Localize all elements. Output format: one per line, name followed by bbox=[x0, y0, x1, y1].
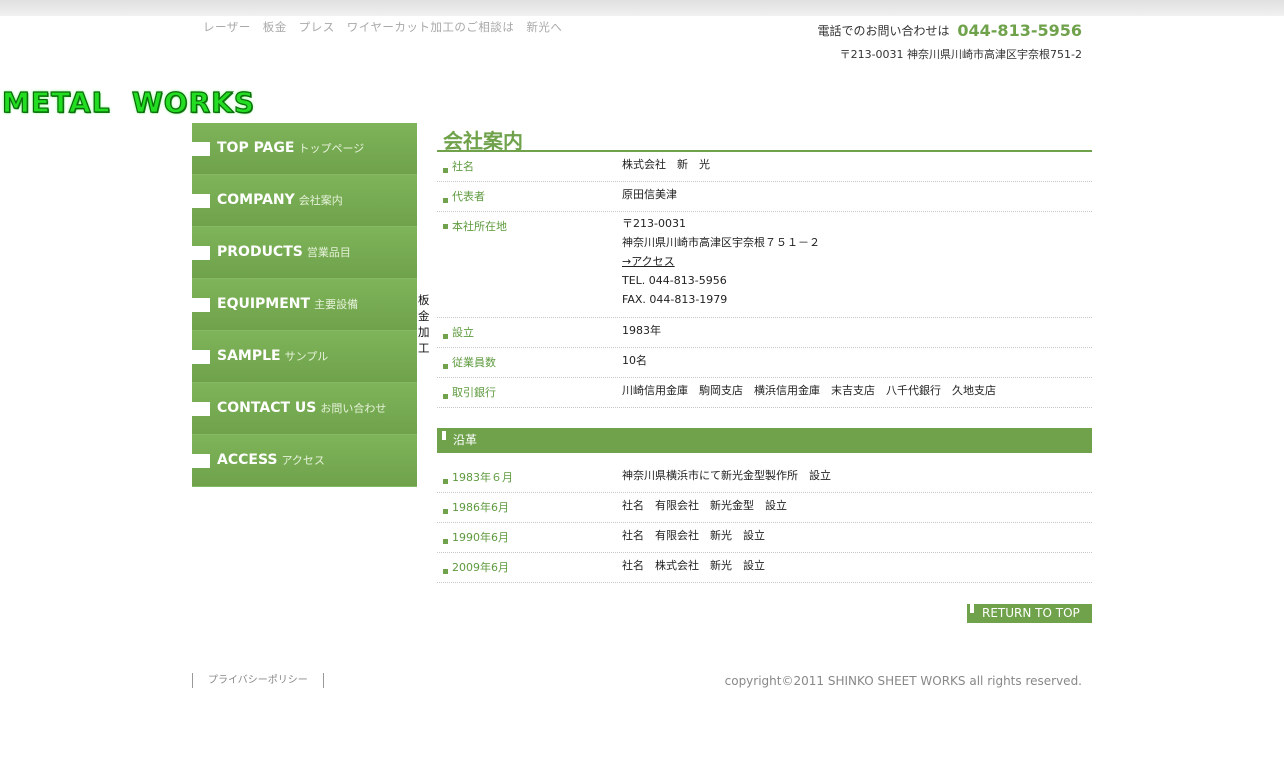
sidebar-item-contact[interactable]: CONTACT US お問い合わせ bbox=[192, 383, 417, 435]
nav-marker-icon bbox=[192, 194, 210, 208]
row-label: 社名 bbox=[437, 158, 622, 181]
company-row-representative: 代表者 原田信美津 bbox=[437, 182, 1092, 212]
company-row-employees: 従業員数 10名 bbox=[437, 348, 1092, 378]
vertical-char: 板 bbox=[418, 293, 430, 307]
hq-postal: 〒213-0031 bbox=[622, 217, 686, 230]
row-value: 1983年 bbox=[622, 324, 661, 337]
nav-label-en: SAMPLE bbox=[217, 348, 281, 364]
nav-label-en: ACCESS bbox=[217, 452, 278, 468]
nav-marker-icon bbox=[192, 402, 210, 416]
history-date: 1986年6月 bbox=[437, 499, 622, 522]
history-header-label: 沿革 bbox=[453, 433, 478, 447]
nav-label-ja: 会社案内 bbox=[298, 194, 343, 207]
history-row: 2009年6月 社名 株式会社 新光 設立 bbox=[437, 553, 1092, 583]
history-event: 社名 有限会社 新光金型 設立 bbox=[622, 499, 787, 512]
sidebar-item-company[interactable]: COMPANY 会社案内 bbox=[192, 175, 417, 227]
history-date: 2009年6月 bbox=[437, 559, 622, 582]
vertical-char: 金 bbox=[418, 309, 430, 323]
nav-label-en: COMPANY bbox=[217, 192, 295, 208]
company-row-founded: 設立 1983年 bbox=[437, 318, 1092, 348]
nav-label-ja: アクセス bbox=[281, 454, 325, 467]
privacy-policy-link[interactable]: プライバシーポリシー bbox=[192, 673, 324, 688]
return-marker-icon bbox=[970, 604, 974, 613]
row-value: 川崎信用金庫 駒岡支店 横浜信用金庫 末吉支店 八千代銀行 久地支店 bbox=[622, 384, 996, 397]
header-address: 〒213-0031 神奈川県川崎市高津区宇奈根751-2 bbox=[839, 48, 1082, 61]
history-row: 1986年6月 社名 有限会社 新光金型 設立 bbox=[437, 493, 1092, 523]
hq-address: 神奈川県川崎市高津区宇奈根７５１－２ bbox=[622, 236, 820, 249]
sidebar-item-access[interactable]: ACCESS アクセス bbox=[192, 435, 417, 487]
nav-marker-icon bbox=[192, 298, 210, 312]
sidebar-item-products[interactable]: PRODUCTS 営業品目 bbox=[192, 227, 417, 279]
row-value: 株式会社 新 光 bbox=[622, 158, 710, 171]
header-marker-icon bbox=[442, 431, 446, 440]
nav-marker-icon bbox=[192, 246, 210, 260]
history-event: 社名 有限会社 新光 設立 bbox=[622, 529, 765, 542]
row-label: 代表者 bbox=[437, 188, 622, 211]
nav-label-en: CONTACT US bbox=[217, 400, 317, 416]
row-value-address: 〒213-0031 神奈川県川崎市高津区宇奈根７５１－２ →アクセス TEL. … bbox=[622, 214, 820, 317]
vertical-char: 加 bbox=[418, 325, 430, 339]
top-bar bbox=[0, 0, 1284, 16]
history-date: 1990年6月 bbox=[437, 529, 622, 552]
nav-marker-icon bbox=[192, 454, 210, 468]
vertical-caption: 板 金 加 工 bbox=[418, 292, 430, 356]
sidebar-item-top-page[interactable]: TOP PAGE トップページ bbox=[192, 123, 417, 175]
vertical-char: 工 bbox=[418, 341, 430, 355]
nav-label-en: EQUIPMENT bbox=[217, 296, 311, 312]
phone-contact: 電話でのお問い合わせは 044-813-5956 bbox=[818, 21, 1082, 40]
phone-number: 044-813-5956 bbox=[957, 21, 1082, 40]
row-label: 本社所在地 bbox=[437, 214, 622, 317]
copyright-text: copyright©2011 SHINKO SHEET WORKS all ri… bbox=[724, 674, 1082, 688]
nav-label-ja: 主要設備 bbox=[314, 298, 359, 311]
hq-fax: FAX. 044-813-1979 bbox=[622, 293, 728, 306]
history-event: 神奈川県横浜市にて新光金型製作所 設立 bbox=[622, 469, 831, 482]
nav-label-ja: サンプル bbox=[284, 350, 329, 363]
return-to-top-label: RETURN TO TOP bbox=[982, 606, 1080, 620]
nav-label-en: TOP PAGE bbox=[217, 140, 295, 156]
row-label: 従業員数 bbox=[437, 354, 622, 377]
history-event: 社名 株式会社 新光 設立 bbox=[622, 559, 765, 572]
nav-label-ja: 営業品目 bbox=[306, 246, 351, 259]
row-value: 原田信美津 bbox=[622, 188, 677, 201]
nav-marker-icon bbox=[192, 142, 210, 156]
row-label: 取引銀行 bbox=[437, 384, 622, 407]
sidebar-item-equipment[interactable]: EQUIPMENT 主要設備 bbox=[192, 279, 417, 331]
return-to-top-button[interactable]: RETURN TO TOP bbox=[967, 604, 1092, 623]
history-row: 1983年６月 神奈川県横浜市にて新光金型製作所 設立 bbox=[437, 463, 1092, 493]
company-row-banks: 取引銀行 川崎信用金庫 駒岡支店 横浜信用金庫 末吉支店 八千代銀行 久地支店 bbox=[437, 378, 1092, 408]
main-content: 会社案内 社名 株式会社 新 光 代表者 原田信美津 本社所在地 〒213-00… bbox=[437, 123, 1092, 644]
history-date: 1983年６月 bbox=[437, 469, 622, 492]
access-link[interactable]: →アクセス bbox=[622, 255, 675, 268]
header-tagline: レーザー 板金 プレス ワイヤーカット加工のご相談は 新光へ bbox=[203, 20, 563, 34]
sidebar-item-sample[interactable]: SAMPLE サンプル bbox=[192, 331, 417, 383]
row-value: 10名 bbox=[622, 354, 647, 367]
hq-tel: TEL. 044-813-5956 bbox=[622, 274, 727, 287]
row-label: 設立 bbox=[437, 324, 622, 347]
sidebar-nav: TOP PAGE トップページ COMPANY 会社案内 PRODUCTS 営業品目 … bbox=[192, 123, 417, 487]
history-header: 沿革 bbox=[437, 428, 1092, 453]
history-row: 1990年6月 社名 有限会社 新光 設立 bbox=[437, 523, 1092, 553]
site-logo[interactable]: METAL WORKS bbox=[1, 85, 255, 119]
nav-label-ja: お問い合わせ bbox=[320, 402, 387, 415]
nav-label-en: PRODUCTS bbox=[217, 244, 303, 260]
phone-label: 電話でのお問い合わせは bbox=[817, 24, 950, 38]
nav-label-ja: トップページ bbox=[298, 142, 365, 155]
nav-marker-icon bbox=[192, 350, 210, 364]
company-row-name: 社名 株式会社 新 光 bbox=[437, 152, 1092, 182]
page-title: 会社案内 bbox=[437, 123, 1092, 153]
company-row-headquarters: 本社所在地 〒213-0031 神奈川県川崎市高津区宇奈根７５１－２ →アクセス… bbox=[437, 212, 1092, 318]
